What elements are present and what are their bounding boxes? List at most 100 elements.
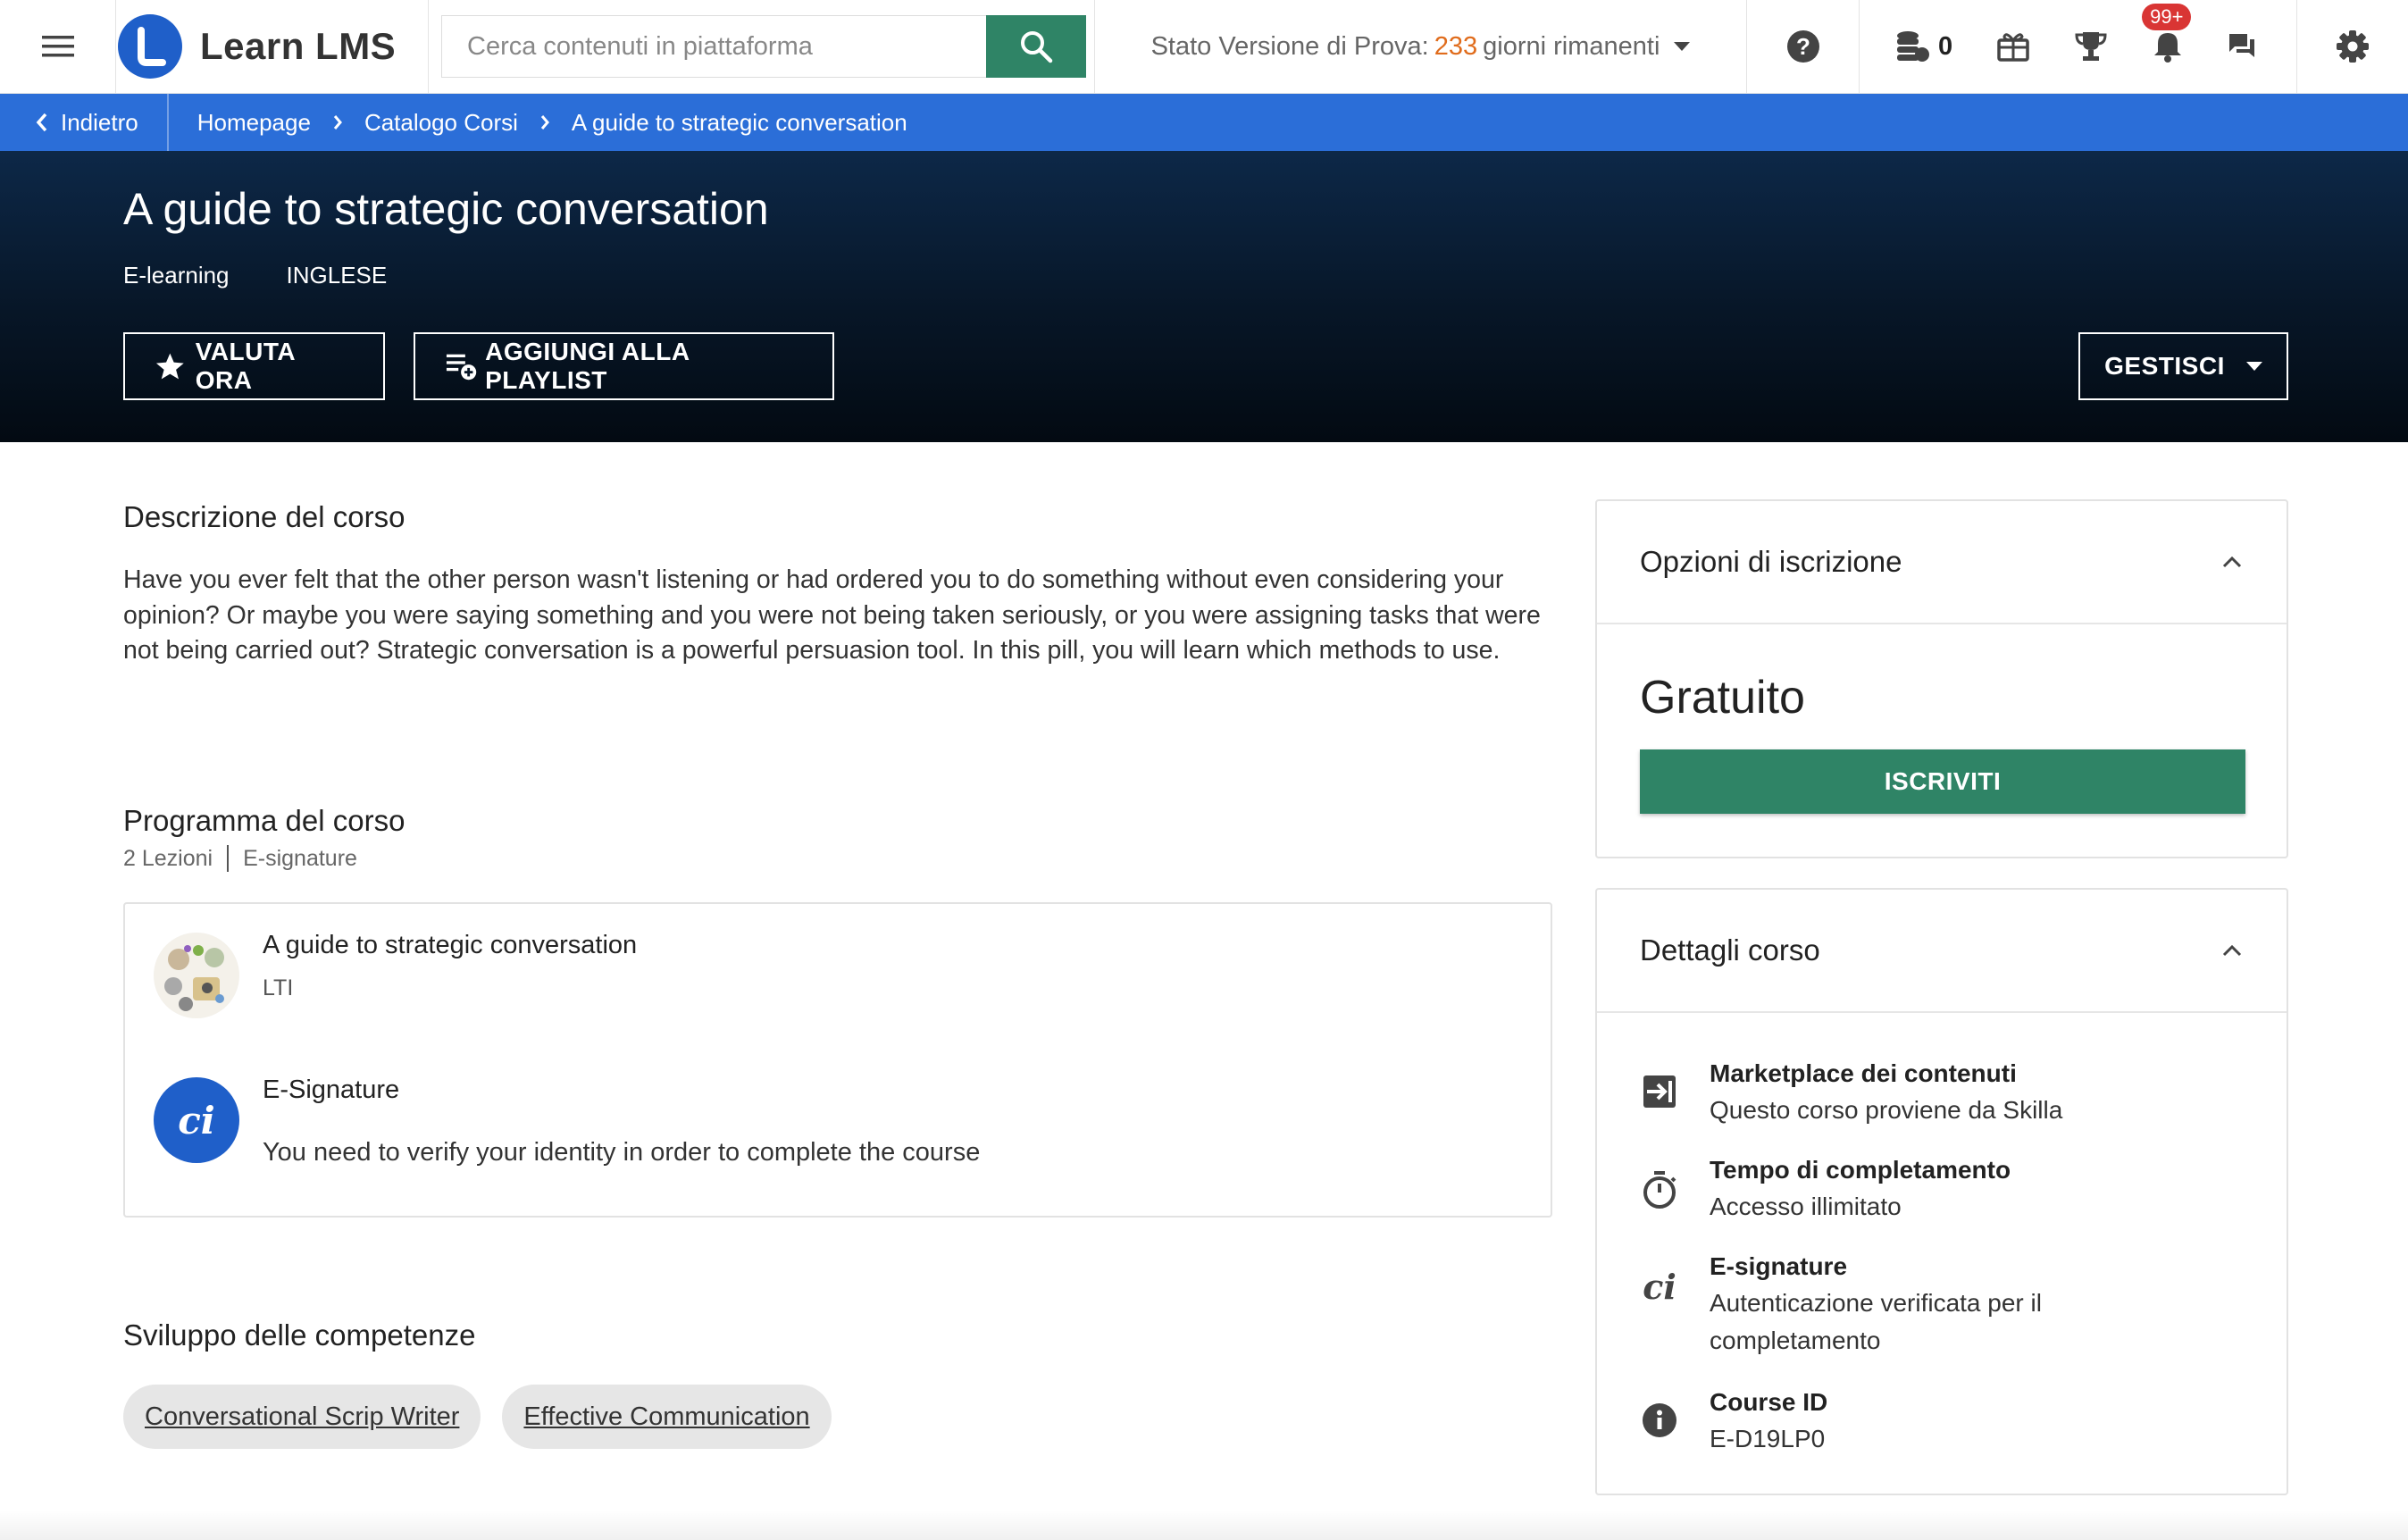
trophy-icon — [2075, 32, 2107, 61]
playlist-add-icon — [446, 354, 477, 381]
enrollment-panel: Opzioni di iscrizione Gratuito ISCRIVITI — [1595, 499, 2288, 858]
lesson-thumbnail[interactable] — [154, 933, 239, 1018]
gear-icon — [2337, 30, 2369, 63]
bell-icon — [2154, 33, 2182, 63]
trophy-button[interactable] — [2074, 30, 2108, 63]
add-to-playlist-button[interactable]: AGGIUNGI ALLA PLAYLIST — [414, 332, 834, 400]
app-name: Learn LMS — [200, 25, 397, 67]
breadcrumb-homepage[interactable]: Homepage — [197, 109, 311, 137]
search-icon — [1021, 31, 1053, 63]
course-details-panel: Dettagli corso Marketplace dei contenuti… — [1595, 888, 2288, 1495]
settings-button[interactable] — [2297, 0, 2408, 93]
notifications-button[interactable]: 99+ — [2142, 4, 2192, 63]
detail-value: Accesso illimitato — [1710, 1193, 1902, 1220]
course-type: E-learning — [123, 262, 230, 289]
coins-button[interactable]: 0 — [1895, 30, 1952, 63]
help-icon: ? — [1786, 30, 1819, 63]
detail-title: Course ID — [1710, 1388, 1828, 1416]
logo-mark-icon — [118, 14, 182, 79]
gift-button[interactable] — [1997, 31, 2029, 62]
manage-dropdown[interactable]: GESTISCI — [2078, 332, 2288, 400]
chevron-up-icon — [2222, 944, 2242, 957]
course-price: Gratuito — [1640, 672, 1805, 724]
course-hero: A guide to strategic conversation E-lear… — [0, 151, 2408, 442]
program-meta: 2 Lezioni E-signature — [123, 845, 357, 872]
chevron-right-icon — [539, 114, 550, 130]
info-icon — [1640, 1385, 1679, 1458]
meta-divider — [227, 845, 230, 872]
course-description: Have you ever felt that the other person… — [123, 565, 1541, 665]
details-title: Dettagli corso — [1640, 933, 1820, 967]
course-tags: E-learning INGLESE — [123, 262, 387, 289]
detail-title: Marketplace dei contenuti — [1710, 1059, 2017, 1087]
lesson-1-title[interactable]: A guide to strategic conversation — [263, 931, 637, 960]
detail-course-id: Course ID E-D19LP0 — [1640, 1385, 1827, 1458]
detail-marketplace: Marketplace dei contenuti Questo corso p… — [1640, 1056, 2062, 1129]
lessons-list: A guide to strategic conversation LTI ci… — [123, 902, 1552, 1218]
trial-prefix: Stato Versione di Prova: — [1150, 31, 1429, 61]
program-esignature: E-signature — [243, 845, 357, 871]
breadcrumb-bar: Indietro Homepage Catalogo Corsi A guide… — [0, 94, 2408, 151]
skill-chip[interactable]: Effective Communication — [502, 1385, 832, 1449]
chevron-down-icon — [1674, 42, 1691, 51]
breadcrumb: Homepage Catalogo Corsi A guide to strat… — [169, 109, 907, 137]
star-icon — [155, 353, 184, 380]
chevron-left-icon — [36, 113, 47, 132]
app-logo[interactable]: Learn LMS — [116, 0, 429, 93]
detail-value: E-D19LP0 — [1710, 1425, 1826, 1452]
detail-value: Autenticazione verificata per il complet… — [1710, 1289, 2042, 1354]
enroll-button[interactable]: ISCRIVITI — [1640, 749, 2245, 814]
detail-value: Questo corso proviene da Skilla — [1710, 1096, 2063, 1124]
back-button[interactable]: Indietro — [0, 94, 169, 151]
gift-icon — [1997, 33, 2029, 62]
timer-icon — [1640, 1152, 1679, 1226]
rate-now-button[interactable]: VALUTA ORA — [123, 332, 385, 400]
svg-text:?: ? — [1796, 33, 1810, 60]
menu-button[interactable] — [0, 0, 116, 93]
course-title: A guide to strategic conversation — [123, 184, 769, 234]
skills-list: Conversational Scrip Writer Effective Co… — [123, 1385, 832, 1449]
coins-count: 0 — [1938, 31, 1953, 61]
search-button[interactable] — [986, 15, 1086, 78]
back-label: Indietro — [61, 108, 138, 136]
breadcrumb-current: A guide to strategic conversation — [571, 108, 907, 136]
bottom-shadow — [0, 1510, 2408, 1540]
detail-title: Tempo di completamento — [1710, 1156, 2011, 1184]
details-panel-header[interactable]: Dettagli corso — [1597, 890, 2287, 1013]
search-bar — [429, 0, 1095, 93]
top-bar: Learn LMS Stato Versione di Prova: 233 g… — [0, 0, 2408, 94]
trial-status-dropdown[interactable]: Stato Versione di Prova: 233 giorni rima… — [1095, 0, 1747, 93]
trial-suffix: giorni rimanenti — [1483, 31, 1660, 61]
manage-label: GESTISCI — [2104, 352, 2225, 380]
lesson-2-description: You need to verify your identity in orde… — [263, 1138, 981, 1167]
program-heading: Programma del corso — [123, 804, 406, 837]
lesson-1-type: LTI — [263, 975, 294, 1000]
skill-chip[interactable]: Conversational Scrip Writer — [123, 1385, 481, 1449]
toolbar-icons: 0 99+ — [1860, 0, 2297, 93]
help-button[interactable]: ? — [1747, 0, 1860, 93]
detail-esignature: ci E-signature Autenticazione verificata… — [1640, 1249, 2103, 1360]
chevron-down-icon — [2245, 362, 2262, 371]
add-to-playlist-label: AGGIUNGI ALLA PLAYLIST — [485, 338, 690, 394]
trial-days: 233 — [1434, 31, 1478, 61]
menu-icon — [41, 36, 74, 57]
notifications-badge: 99+ — [2142, 4, 2192, 30]
search-input[interactable] — [441, 15, 986, 78]
chat-icon — [2229, 34, 2255, 57]
description-heading: Descrizione del corso — [123, 500, 406, 533]
chevron-right-icon — [332, 114, 343, 130]
breadcrumb-catalog[interactable]: Catalogo Corsi — [364, 109, 518, 137]
detail-title: E-signature — [1710, 1252, 1848, 1280]
chevron-up-icon — [2222, 556, 2242, 568]
lessons-count: 2 Lezioni — [123, 845, 213, 871]
lesson-2-title[interactable]: E-Signature — [263, 1075, 399, 1105]
esignature-small-icon: ci — [1643, 1267, 1676, 1307]
marketplace-icon — [1640, 1056, 1679, 1129]
enrollment-title: Opzioni di iscrizione — [1640, 545, 1902, 578]
enrollment-panel-header[interactable]: Opzioni di iscrizione — [1597, 501, 2287, 624]
course-language: INGLESE — [286, 262, 388, 289]
esignature-icon: ci — [154, 1077, 239, 1163]
detail-completion-time: Tempo di completamento Accesso illimitat… — [1640, 1152, 2011, 1226]
chat-button[interactable] — [2228, 32, 2256, 61]
rate-now-label: VALUTA ORA — [195, 338, 296, 394]
